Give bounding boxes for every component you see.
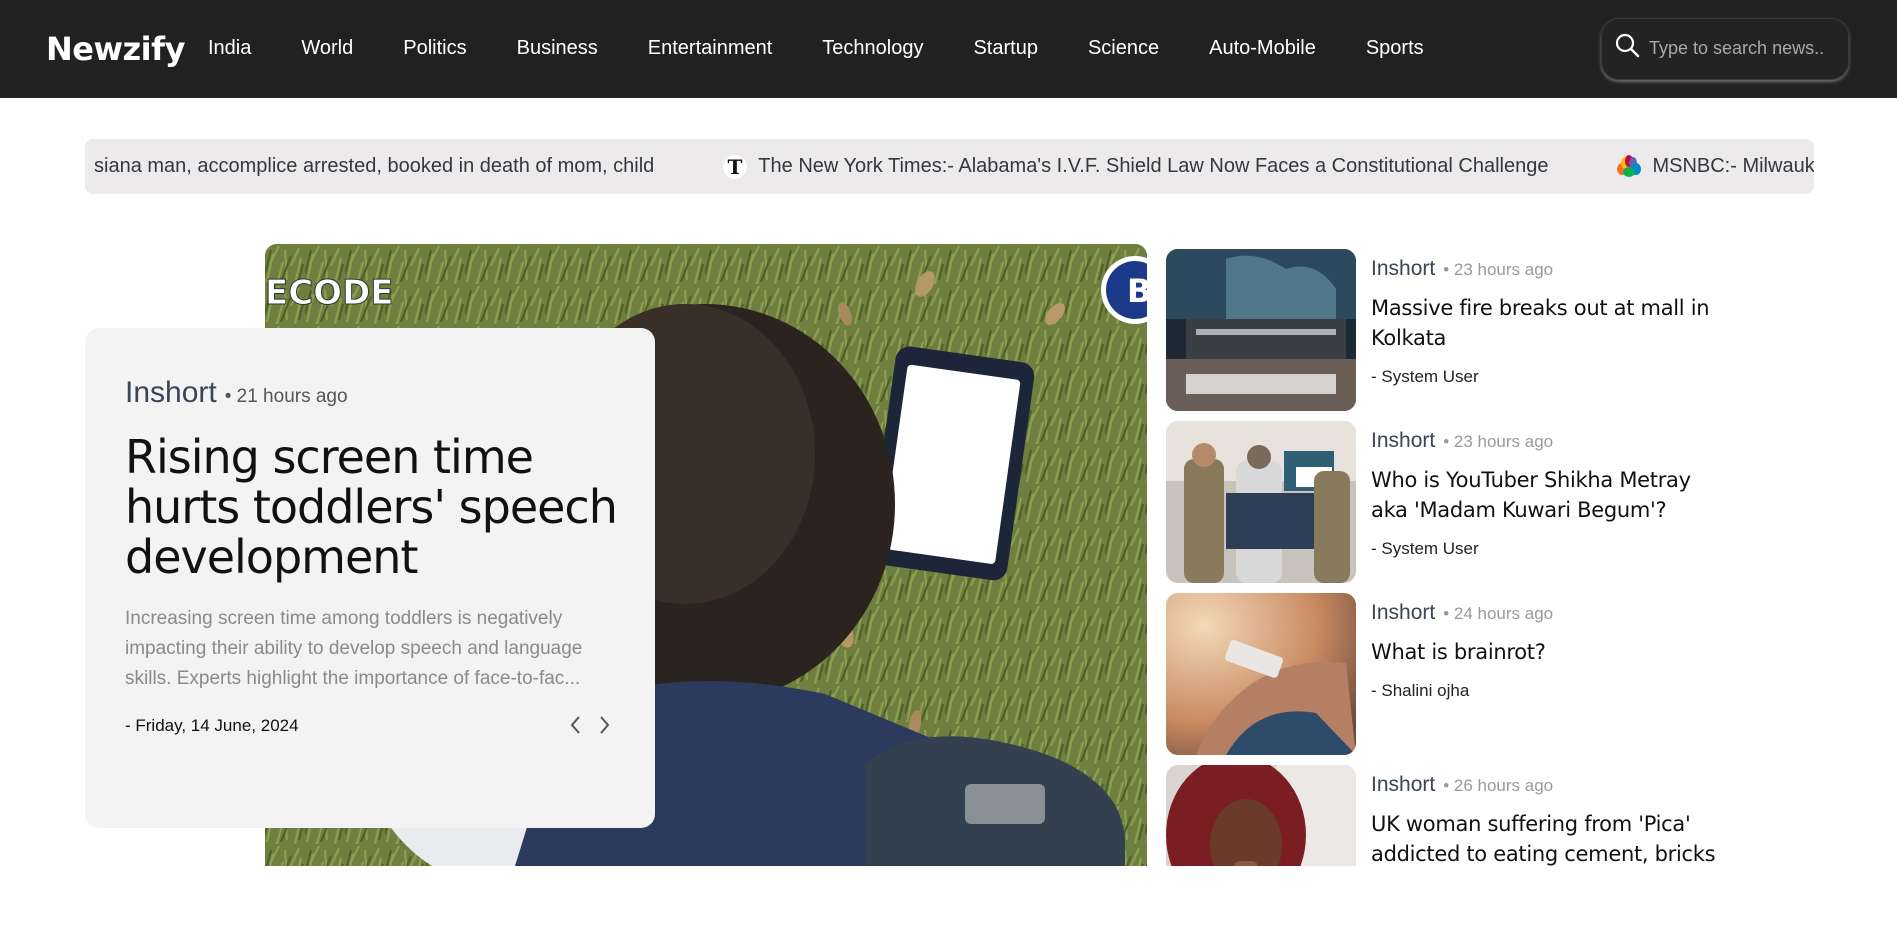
ticker-item[interactable]: siana man, accomplice arrested, booked i… — [94, 155, 654, 178]
side-news-time: • 24 hours ago — [1443, 604, 1554, 623]
nav-startup[interactable]: Startup — [973, 37, 1037, 60]
ticker-track: siana man, accomplice arrested, booked i… — [94, 139, 1814, 194]
ticker-item-text[interactable]: MSNBC:- Milwauk — [1652, 155, 1814, 178]
side-news-time: • 23 hours ago — [1443, 432, 1554, 451]
side-news-source: Inshort — [1371, 429, 1436, 452]
search-box[interactable] — [1601, 18, 1849, 80]
msnbc-peacock-icon — [1616, 154, 1642, 180]
side-news-author: - Shalini ojha — [1371, 681, 1470, 700]
nav-technology[interactable]: Technology — [822, 37, 923, 60]
side-news-source: Inshort — [1371, 773, 1436, 796]
side-news-title[interactable]: Massive fire breaks out at mall in Kolka… — [1371, 293, 1731, 353]
nav-entertainment[interactable]: Entertainment — [648, 37, 773, 60]
nav-business[interactable]: Business — [517, 37, 598, 60]
hero-meta: Inshort • 21 hours ago — [125, 376, 348, 410]
side-news-title[interactable]: Who is YouTuber Shikha Metray aka 'Madam… — [1371, 465, 1731, 525]
hero-time: • 21 hours ago — [224, 386, 348, 407]
side-news-item[interactable]: Inshort • 23 hours ago Massive fire brea… — [1166, 245, 1710, 411]
side-news-item[interactable]: Inshort • 26 hours ago UK woman sufferin… — [1166, 761, 1716, 925]
side-news-meta: Inshort • 26 hours ago — [1371, 773, 1553, 797]
side-news-meta: Inshort • 23 hours ago — [1371, 429, 1553, 453]
nyt-logo-icon: T — [722, 154, 748, 180]
hero-title[interactable]: Rising screen time hurts toddlers' speec… — [125, 432, 625, 582]
news-thumbnail[interactable] — [1166, 421, 1356, 583]
hero-card[interactable]: Inshort • 21 hours ago Rising screen tim… — [85, 328, 655, 828]
nav-sports[interactable]: Sports — [1366, 37, 1424, 60]
chevron-right-icon[interactable] — [593, 712, 615, 738]
side-news-author: - System User — [1371, 367, 1479, 386]
category-nav: India World Politics Business Entertainm… — [208, 37, 1474, 60]
image-badge-text: B — [1127, 272, 1147, 310]
side-news-meta: Inshort • 23 hours ago — [1371, 257, 1553, 281]
top-navbar: Newzify India World Politics Business En… — [0, 0, 1897, 98]
side-news-title[interactable]: What is brainrot? — [1371, 637, 1731, 667]
news-thumbnail[interactable] — [1166, 765, 1356, 866]
side-news-source: Inshort — [1371, 601, 1436, 624]
news-thumbnail[interactable] — [1166, 249, 1356, 411]
ticker-item[interactable]: MSNBC:- Milwauk — [1616, 154, 1814, 180]
nav-world[interactable]: World — [301, 37, 353, 60]
side-news-item[interactable]: Inshort • 24 hours ago What is brainrot?… — [1166, 589, 1706, 755]
nav-auto-mobile[interactable]: Auto-Mobile — [1209, 37, 1316, 60]
ticker-item[interactable]: T The New York Times:- Alabama's I.V.F. … — [722, 154, 1548, 180]
side-news-time: • 23 hours ago — [1443, 260, 1554, 279]
hero-date: - Friday, 14 June, 2024 — [125, 716, 299, 735]
ticker-item-text[interactable]: The New York Times:- Alabama's I.V.F. Sh… — [758, 155, 1548, 178]
side-news-author: - System User — [1371, 539, 1479, 558]
nav-india[interactable]: India — [208, 37, 251, 60]
site-logo[interactable]: Newzify — [46, 30, 185, 68]
side-news-meta: Inshort • 24 hours ago — [1371, 601, 1553, 625]
news-thumbnail[interactable] — [1166, 593, 1356, 755]
hero-source: Inshort — [125, 376, 217, 409]
chevron-left-icon[interactable] — [565, 712, 587, 738]
news-ticker: siana man, accomplice arrested, booked i… — [85, 139, 1814, 194]
nav-science[interactable]: Science — [1088, 37, 1159, 60]
side-news-title[interactable]: UK woman suffering from 'Pica' addicted … — [1371, 809, 1731, 869]
svg-text:T: T — [728, 155, 743, 179]
search-icon[interactable] — [1613, 31, 1643, 61]
side-news-time: • 26 hours ago — [1443, 776, 1554, 795]
hero-description: Increasing screen time among toddlers is… — [125, 608, 583, 689]
nav-politics[interactable]: Politics — [403, 37, 466, 60]
side-news-item[interactable]: Inshort • 23 hours ago Who is YouTuber S… — [1166, 417, 1706, 583]
image-overlay-logo-text: ECODE — [265, 273, 394, 313]
side-news-source: Inshort — [1371, 257, 1436, 280]
search-input[interactable] — [1649, 32, 1839, 64]
ticker-item-text[interactable]: siana man, accomplice arrested, booked i… — [94, 155, 654, 178]
